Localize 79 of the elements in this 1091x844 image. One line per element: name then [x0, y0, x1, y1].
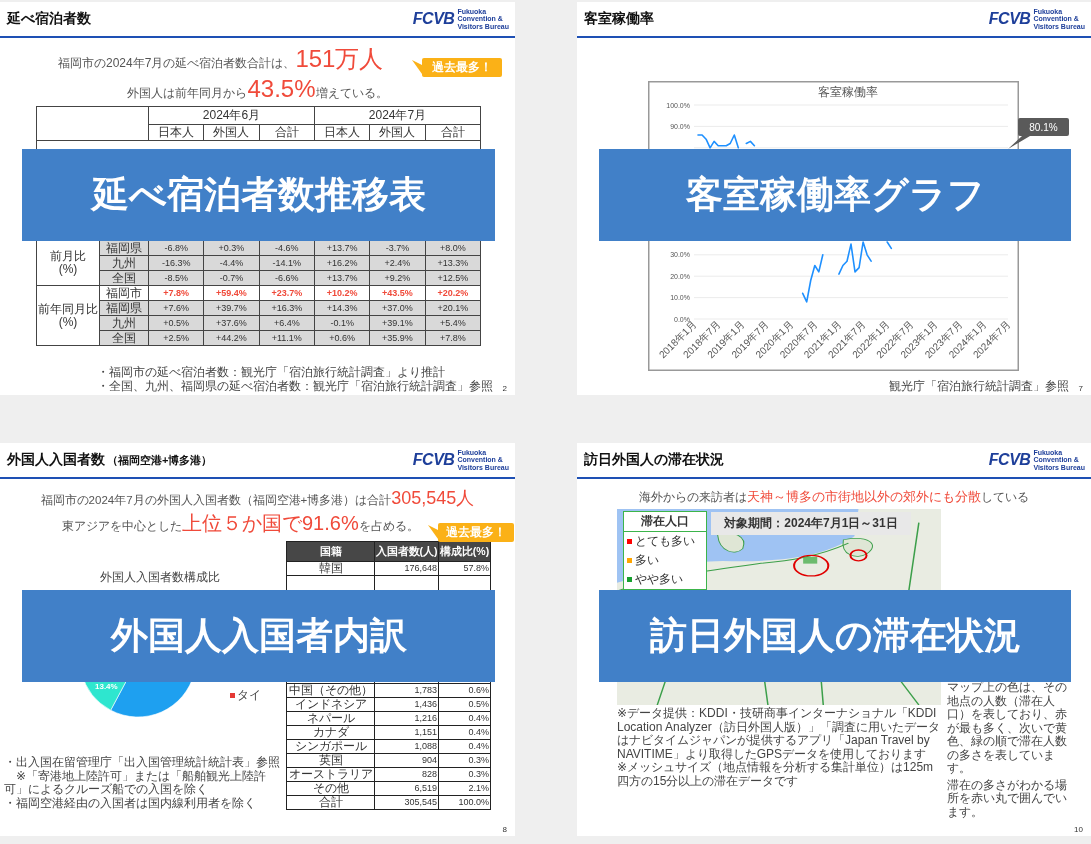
- slide-title: 外国人入国者数: [7, 451, 105, 469]
- table-cell: 6,519: [374, 781, 439, 796]
- chart-title: 客室稼働率: [818, 85, 878, 99]
- table-cell: 0.6%: [438, 683, 491, 698]
- legend-label: とても多い: [635, 533, 695, 550]
- table-cell: その他: [286, 781, 375, 796]
- column-header: 外国人: [369, 124, 426, 141]
- chart-title: 外国人入国者数構成比: [100, 569, 221, 586]
- table-cell: 57.8%: [438, 561, 491, 576]
- table-cell: 305,545: [374, 795, 439, 810]
- logo-mark: FCVB: [988, 10, 1031, 28]
- legend-label: やや多い: [635, 571, 683, 588]
- table-cell: 0.3%: [438, 767, 491, 782]
- slide-title: 客室稼働率: [584, 10, 654, 28]
- column-header: 外国人: [203, 124, 260, 141]
- page-number: 8: [502, 825, 507, 834]
- headline-text: 東アジアを中心とした上位５か国で91.6%を占める。: [62, 511, 419, 536]
- legend-title: 滞在人口: [624, 512, 706, 532]
- legend-label: 多い: [635, 552, 659, 569]
- row-group-label: 前年同月比 (%): [36, 285, 100, 346]
- table-cell: 合計: [286, 795, 375, 810]
- table-cell: インドネシア: [286, 697, 375, 712]
- headline-text: 外国人は前年同月から 43.5%増えている。: [127, 75, 388, 103]
- table-cell: 828: [374, 767, 439, 782]
- note-text: 滞在の多さがわかる場所を赤い丸で囲んでいます。: [947, 778, 1068, 819]
- slide-title: 訪日外国人の滞在状況: [584, 451, 724, 469]
- slide-subtitle: （福岡空港+博多港）: [107, 453, 213, 468]
- footnote: ・出入国在留管理庁「出入国管理統計統計表」参照 ※「寄港地上陸許可」または「船舶観光上陸許可」によるクルーズ船での入国を除く ・福岡空港経由の入国者は国内線利用者を除く: [4, 756, 281, 810]
- table-cell: 176,648: [374, 561, 439, 576]
- column-header: 2024年6月: [148, 106, 315, 125]
- table-cell: 1,783: [374, 683, 439, 698]
- table-cell: 100.0%: [438, 795, 491, 810]
- caption-banner: 延べ宿泊者数推移表: [22, 149, 495, 241]
- column-header: 合計: [425, 124, 481, 141]
- logo-mark: FCVB: [988, 451, 1031, 469]
- table-cell: 1,151: [374, 725, 439, 740]
- table-cell: 1,088: [374, 739, 439, 754]
- slide-title: 延べ宿泊者数: [7, 10, 91, 28]
- table-cell: カナダ: [286, 725, 375, 740]
- table-cell: 904: [374, 753, 439, 768]
- column-header: 2024年7月: [314, 106, 481, 125]
- page-number: 2: [502, 384, 507, 393]
- caption-banner: 訪日外国人の滞在状況: [599, 590, 1071, 682]
- table-cell: オーストラリア: [286, 767, 375, 782]
- table-cell: 韓国: [286, 561, 375, 576]
- column-header: 国籍: [286, 541, 375, 562]
- table-cell: 0.4%: [438, 739, 491, 754]
- table-cell: 1,216: [374, 711, 439, 726]
- table-cell: 1,436: [374, 697, 439, 712]
- table-cell: 英国: [286, 753, 375, 768]
- table-cell: 中国（その他）: [286, 683, 375, 698]
- table-cell: 2.1%: [438, 781, 491, 796]
- footnote: 観光庁「宿泊旅行統計調査」参照: [888, 379, 1069, 393]
- footnote: ※データ提供：KDDI・技研商事インターナショナル「KDDI Location Analyzer（訪日外国人版）」「調査に用いたデータはナビタイムジャパンが提供するアプリ「Japan Travel by NAVITIME」より取得したGPSデータを使用しております ※メッシュサイズ（地点情報を分析する集計単位）は125m四方の15分以上の滞在データです: [617, 707, 941, 788]
- table-cell: 0.5%: [438, 697, 491, 712]
- table-cell: シンガポール: [286, 739, 375, 754]
- headline-text: 海外からの来訪者は天神～博多の市街地以外の郊外にも分散している: [639, 489, 1029, 506]
- period-label: 対象期間：2024年7月1日～31日: [711, 512, 911, 535]
- caption-banner: 外国人入国者内訳: [22, 590, 495, 682]
- table-cell: 0.4%: [438, 725, 491, 740]
- note-text: マップ上の色は、その地点の人数（滞在人口）を表しており、赤が最も多く、次いで黄色、緑の順で滞在人数の多さを表しています。: [947, 681, 1068, 776]
- caption-banner: 客室稼働率グラフ: [599, 149, 1071, 241]
- footnote: ・福岡市の延べ宿泊者数：観光庁「宿泊旅行統計調査」より推計 ・全国、九州、福岡県の延べ宿泊者数：観光庁「宿泊旅行統計調査」参照: [96, 366, 493, 393]
- column-header: 日本人: [148, 124, 204, 141]
- page-number: 10: [1074, 825, 1083, 834]
- logo-mark: FCVB: [412, 10, 455, 28]
- legend-label: タイ: [237, 687, 261, 704]
- slice-label: 13.4%: [95, 682, 118, 691]
- column-header: 合計: [259, 124, 315, 141]
- logo-mark: FCVB: [412, 451, 455, 469]
- column-header: 日本人: [314, 124, 370, 141]
- row-group-label: 前月比 (%): [36, 240, 100, 286]
- column-header: 入国者数(人): [374, 541, 439, 562]
- headline-text: 福岡市の2024年7月の外国人入国者数（福岡空港+博多港）は合計305,545人: [40, 487, 475, 510]
- table-cell: 0.3%: [438, 753, 491, 768]
- headline-text: 福岡市の2024年7月の延べ宿泊者数合計は、151万人: [58, 44, 384, 74]
- table-cell: ネパール: [286, 711, 375, 726]
- table-cell: 0.4%: [438, 711, 491, 726]
- page-number: 7: [1078, 384, 1083, 393]
